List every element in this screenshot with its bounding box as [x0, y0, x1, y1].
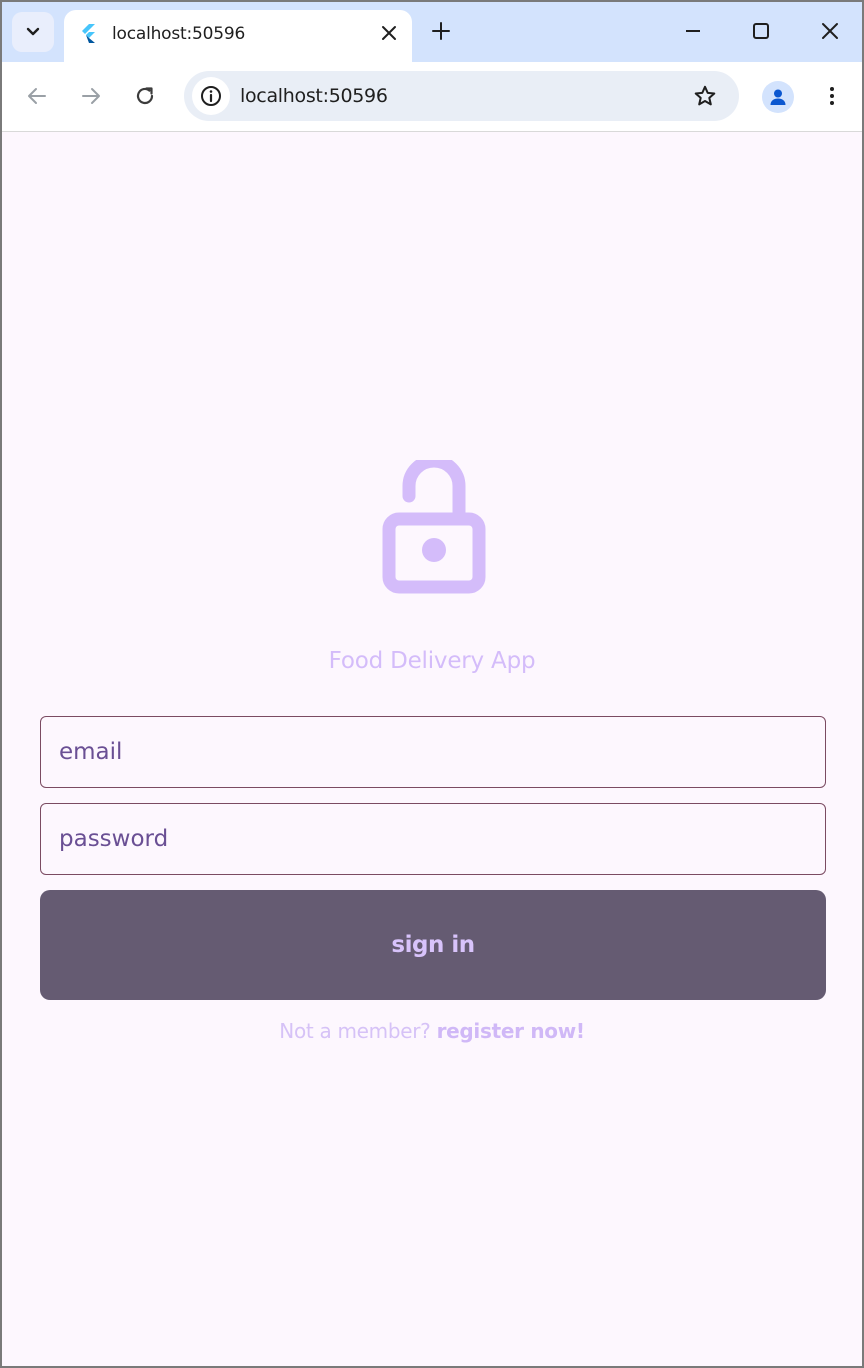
chevron-down-icon	[26, 27, 40, 36]
reload-icon[interactable]	[133, 84, 157, 108]
password-field[interactable]	[40, 803, 826, 875]
tab-title: localhost:50596	[112, 24, 246, 44]
kebab-icon[interactable]	[820, 84, 844, 108]
register-prompt-row: Not a member? register now!	[2, 1019, 862, 1043]
star-icon[interactable]	[693, 84, 717, 108]
browser-tab[interactable]: localhost:50596	[64, 10, 412, 62]
app-page: Food Delivery App sign in Not a member? …	[2, 132, 862, 1366]
app-title: Food Delivery App	[328, 648, 536, 674]
arrow-left-icon[interactable]	[25, 84, 49, 108]
register-link[interactable]: register now!	[437, 1019, 585, 1043]
lock-open-icon	[382, 460, 486, 594]
close-icon[interactable]	[819, 20, 841, 42]
maximize-icon[interactable]	[750, 20, 772, 42]
minimize-icon[interactable]	[682, 20, 704, 42]
sign-in-label: sign in	[391, 932, 475, 958]
tab-strip: localhost:50596	[2, 2, 862, 62]
plus-icon[interactable]	[430, 20, 452, 42]
close-icon[interactable]	[380, 24, 398, 42]
register-prompt: Not a member?	[279, 1019, 431, 1043]
profile-button[interactable]	[762, 81, 794, 113]
flutter-icon	[82, 24, 95, 43]
url-text[interactable]: localhost:50596	[240, 85, 388, 107]
browser-window: localhost:50596 localhost:50596 Food Del…	[0, 0, 864, 1368]
address-bar[interactable]: localhost:50596	[184, 71, 739, 121]
info-icon	[201, 86, 221, 106]
email-field[interactable]	[40, 716, 826, 788]
person-icon	[770, 89, 786, 105]
tab-search-button[interactable]	[12, 12, 54, 52]
site-info-button[interactable]	[192, 77, 230, 115]
browser-toolbar: localhost:50596	[2, 62, 862, 132]
arrow-right-icon[interactable]	[79, 84, 103, 108]
sign-in-button[interactable]: sign in	[40, 890, 826, 1000]
